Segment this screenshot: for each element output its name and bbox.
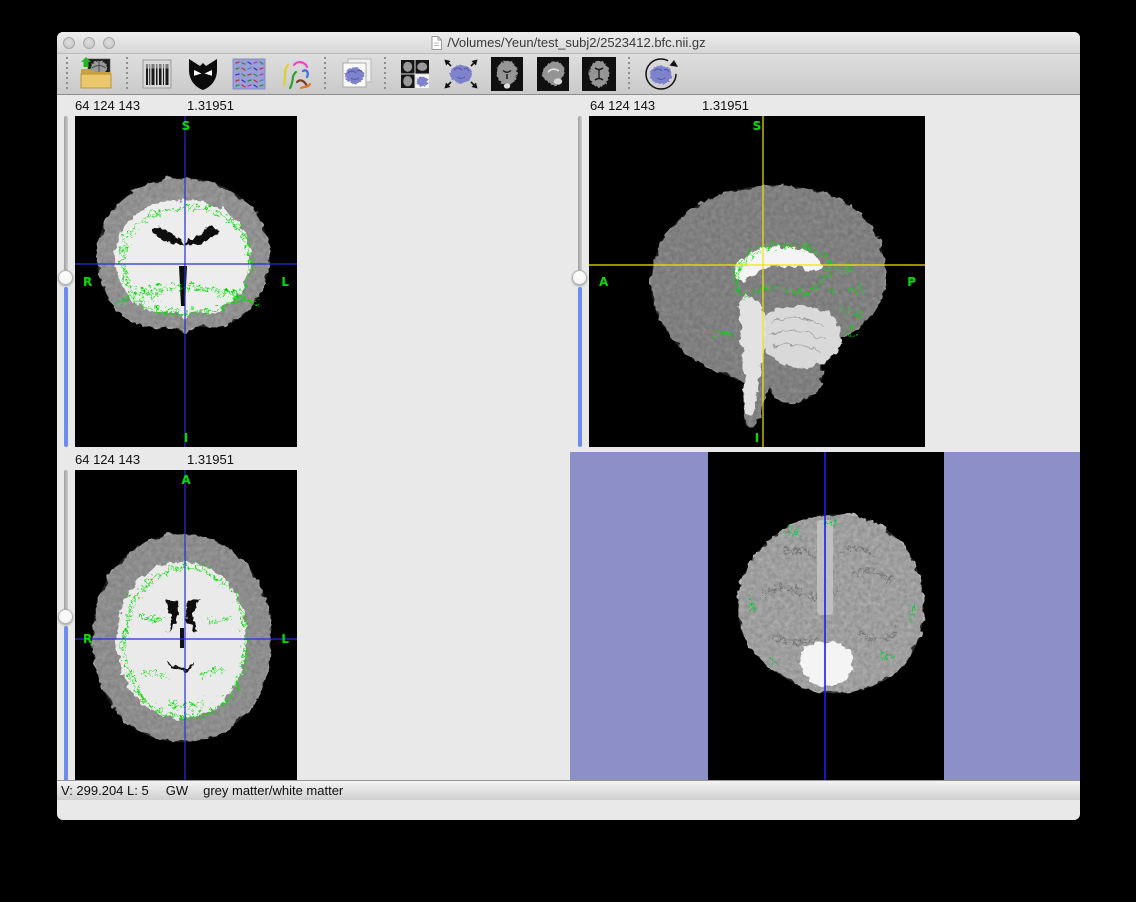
axial-slice-slider[interactable] [58, 470, 74, 800]
surface-view-right-panel [944, 452, 1080, 800]
ortho-multiview-icon [398, 57, 432, 91]
axial-view-icon [582, 57, 616, 91]
single-surface-view-button[interactable] [335, 55, 375, 93]
coronal-slice-view[interactable]: S I R L [75, 116, 297, 447]
status-bar: V: 299.204 L: 5 GW grey matter/white mat… [57, 780, 1080, 800]
window-title-text: /Volumes/Yeun/test_subj2/2523412.bfc.nii… [447, 35, 705, 50]
sagittal-coordinate-readout: 64 124 143 1.31951 [590, 98, 820, 112]
slider-thumb[interactable] [572, 270, 587, 285]
viewport-grid: 64 124 143 1.31951 64 124 143 1.31951 64… [57, 96, 1080, 800]
sagittal-label-superior: S [753, 119, 762, 133]
slider-track-lower[interactable] [578, 287, 582, 447]
rotate-surface-view-button[interactable] [639, 55, 683, 93]
zoom-button[interactable] [103, 37, 115, 49]
sagittal-slice-view[interactable]: S I A P [589, 116, 925, 447]
surface-view-left-panel [570, 452, 708, 800]
axial-intensity-value: 1.31951 [187, 452, 234, 467]
mask-tool-icon [186, 57, 220, 91]
intensity-colorbar-button[interactable] [137, 55, 177, 93]
curve-tool-icon [277, 57, 313, 91]
close-button[interactable] [63, 37, 75, 49]
toolbar-separator [324, 57, 326, 91]
sagittal-intensity-value: 1.31951 [702, 98, 749, 113]
toolbar-separator [126, 57, 128, 91]
document-icon [431, 36, 442, 50]
mask-tool-button[interactable] [183, 55, 223, 93]
sagittal-label-inferior: I [755, 431, 759, 445]
axial-coordinate-readout: 64 124 143 1.31951 [75, 452, 305, 466]
toolbar-separator [628, 57, 630, 91]
coronal-position-value: 64 124 143 [75, 98, 140, 113]
vector-field-icon [231, 57, 267, 91]
surface-view-render-area[interactable] [708, 452, 944, 800]
vector-field-button[interactable] [229, 55, 269, 93]
axial-slice-view[interactable]: A P R L [75, 470, 297, 800]
status-tissue-code: GW [166, 783, 188, 798]
slider-track-upper[interactable] [578, 116, 582, 272]
coronal-label-inferior: I [184, 431, 188, 445]
slider-track-upper[interactable] [64, 116, 68, 272]
zoom-fit-button[interactable] [441, 55, 481, 93]
coronal-intensity-value: 1.31951 [187, 98, 234, 113]
toolbar-separator [66, 57, 68, 91]
sagittal-label-anterior: A [599, 275, 609, 289]
slider-track-lower[interactable] [64, 626, 68, 800]
axial-label-left: L [281, 632, 289, 646]
open-volume-icon [78, 57, 116, 91]
rotate-surface-view-icon [641, 55, 681, 93]
minimize-button[interactable] [83, 37, 95, 49]
title-bar[interactable]: /Volumes/Yeun/test_subj2/2523412.bfc.nii… [57, 32, 1080, 54]
window-title: /Volumes/Yeun/test_subj2/2523412.bfc.nii… [431, 35, 705, 50]
status-tissue-label: grey matter/white matter [203, 783, 343, 798]
axial-label-right: R [83, 632, 92, 646]
zoom-fit-icon [442, 57, 480, 91]
sagittal-position-value: 64 124 143 [590, 98, 655, 113]
coronal-coordinate-readout: 64 124 143 1.31951 [75, 98, 305, 112]
slider-track-upper[interactable] [64, 470, 68, 611]
coronal-label-left: L [281, 275, 289, 289]
window-controls [63, 37, 115, 49]
coronal-label-right: R [83, 275, 92, 289]
intensity-colorbar-icon [140, 57, 174, 91]
axial-position-value: 64 124 143 [75, 452, 140, 467]
toolbar [57, 54, 1080, 95]
open-volume-button[interactable] [77, 55, 117, 93]
app-window: /Volumes/Yeun/test_subj2/2523412.bfc.nii… [57, 32, 1080, 820]
surface-3d-view[interactable] [570, 452, 1080, 800]
axial-label-anterior: A [181, 473, 191, 487]
sagittal-view-icon [537, 57, 569, 91]
status-voxel-info: V: 299.204 L: 5 [61, 783, 149, 798]
coronal-view-icon [491, 57, 523, 91]
curve-tool-button[interactable] [275, 55, 315, 93]
axial-view-button[interactable] [579, 55, 619, 93]
ortho-multiview-button[interactable] [395, 55, 435, 93]
slider-track-lower[interactable] [64, 287, 68, 447]
single-surface-view-icon [337, 57, 374, 91]
slider-thumb[interactable] [58, 609, 73, 624]
slider-thumb[interactable] [58, 270, 73, 285]
coronal-view-button[interactable] [487, 55, 527, 93]
coronal-label-superior: S [182, 119, 191, 133]
coronal-slice-slider[interactable] [58, 116, 74, 447]
sagittal-slice-slider[interactable] [572, 116, 588, 447]
toolbar-separator [384, 57, 386, 91]
sagittal-view-button[interactable] [533, 55, 573, 93]
sagittal-label-posterior: P [907, 275, 916, 289]
